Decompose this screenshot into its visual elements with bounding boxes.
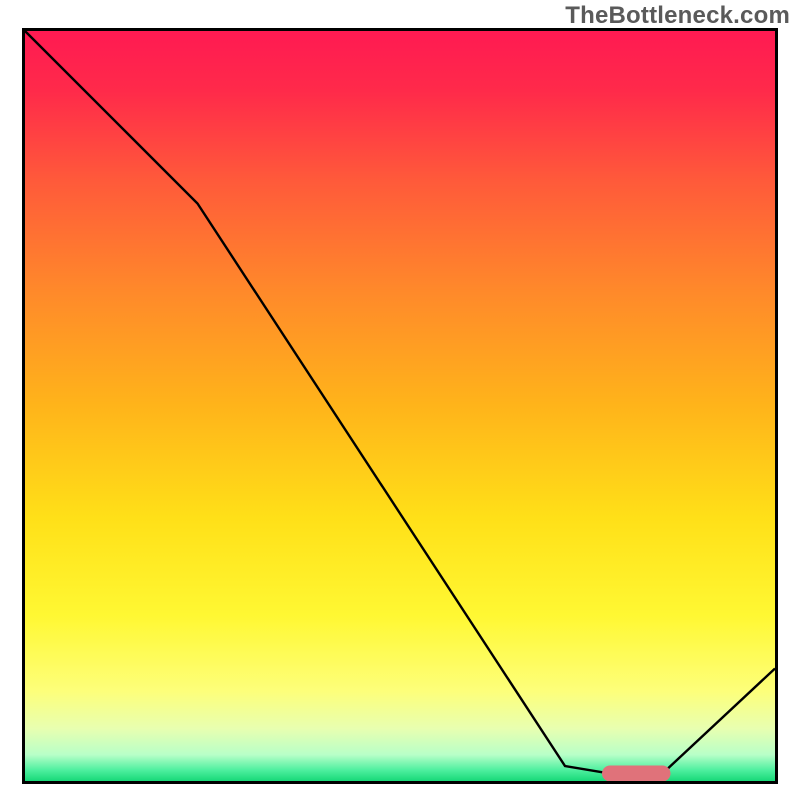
chart-frame: TheBottleneck.com bbox=[0, 0, 800, 800]
chart-svg bbox=[25, 31, 775, 781]
plot-area bbox=[22, 28, 778, 784]
watermark-text: TheBottleneck.com bbox=[565, 2, 790, 30]
